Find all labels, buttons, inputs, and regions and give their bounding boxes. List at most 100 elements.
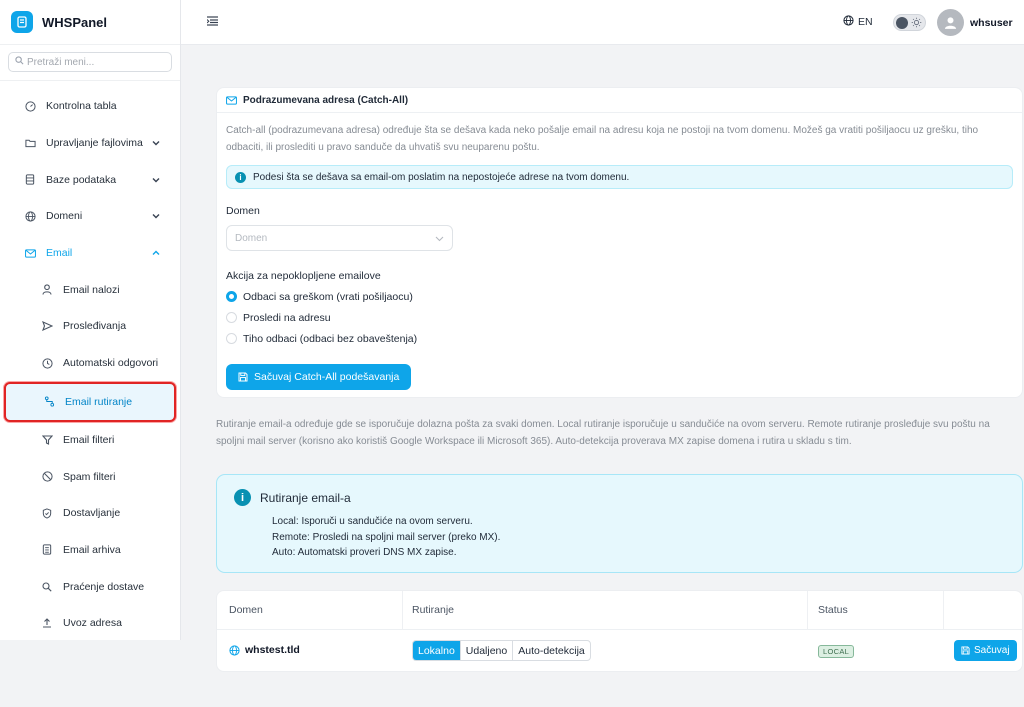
clock-icon <box>41 357 53 369</box>
routing-option-remote[interactable]: Udaljeno <box>461 641 514 660</box>
status-badge: LOCAL <box>818 645 855 658</box>
sidebar-item-label: Praćenje dostave <box>63 580 145 593</box>
globe-icon <box>24 210 36 222</box>
sun-icon <box>911 17 922 31</box>
sidebar-item-email-routing[interactable]: Email rutiranje <box>4 381 176 422</box>
username[interactable]: whsuser <box>970 17 1013 29</box>
filter-icon <box>41 434 53 446</box>
radio-forward[interactable]: Prosledi na adresu <box>217 307 1022 328</box>
column-header-status: Status <box>818 604 848 616</box>
sidebar-item-label: Prosleđivanja <box>63 320 127 333</box>
topbar: EN whsuser <box>181 0 1024 45</box>
chevron-down-icon <box>152 174 160 186</box>
routing-mode-selector: Lokalno Udaljeno Auto-detekcija <box>412 640 591 661</box>
radio-button[interactable] <box>226 333 237 344</box>
sidebar-item-delivery-tracking[interactable]: Praćenje dostave <box>0 568 180 605</box>
route-icon <box>43 396 55 408</box>
toggle-knob <box>896 16 908 29</box>
radio-label: Tiho odbaci (odbaci bez obaveštenja) <box>243 332 418 345</box>
sidebar-item-label: Kontrolna tabla <box>46 100 117 113</box>
radio-button[interactable] <box>226 291 237 302</box>
routing-info-line: Remote: Prosledi na spoljni mail server … <box>272 532 501 543</box>
sidebar-item-label: Email rutiranje <box>65 395 133 408</box>
radio-reject[interactable]: Odbaci sa greškom (vrati pošiljaocu) <box>217 286 1022 307</box>
sidebar-item-email-archive[interactable]: Email arhiva <box>0 532 180 569</box>
avatar[interactable] <box>937 9 964 36</box>
sidebar-item-label: Upravljanje fajlovima <box>46 137 143 150</box>
column-divider <box>807 591 808 630</box>
theme-toggle[interactable] <box>893 14 926 31</box>
routing-option-auto[interactable]: Auto-detekcija <box>513 641 590 660</box>
sidebar-item-label: Email <box>46 247 73 260</box>
domain-label: Domen <box>226 205 260 217</box>
sidebar-item-label: Domeni <box>46 210 83 223</box>
routing-info-line: Local: Isporuči u sandučiće na ovom serv… <box>272 516 473 527</box>
sidebar-item-dashboard[interactable]: Kontrolna tabla <box>0 88 180 125</box>
sidebar-item-label: Uvoz adresa <box>63 617 122 630</box>
chevron-down-icon <box>435 234 444 245</box>
sidebar-item-label: Email arhiva <box>63 543 121 556</box>
gauge-icon <box>24 100 36 112</box>
sidebar-item-files[interactable]: Upravljanje fajlovima <box>0 125 180 162</box>
menu-toggle-icon[interactable] <box>206 16 218 29</box>
save-routing-button[interactable]: Sačuvaj <box>954 640 1017 661</box>
domain-select[interactable]: Domen <box>226 225 453 251</box>
sidebar-item-spam-filters[interactable]: Spam filteri <box>0 458 180 495</box>
save-catch-all-label: Sačuvaj Catch-All podešavanja <box>254 371 400 383</box>
sidebar-item-label: Email nalozi <box>63 283 120 296</box>
sidebar-item-label: Spam filteri <box>63 470 116 483</box>
save-icon <box>238 372 248 382</box>
radio-button[interactable] <box>226 312 237 323</box>
routing-info-line: Auto: Automatski proveri DNS MX zapise. <box>272 547 457 558</box>
globe-icon <box>843 15 854 29</box>
mail-icon <box>24 247 36 259</box>
save-catch-all-button[interactable]: Sačuvaj Catch-All podešavanja <box>226 364 412 390</box>
shield-icon <box>41 507 53 519</box>
server-logo-icon <box>11 11 33 33</box>
radio-label: Odbaci sa greškom (vrati pošiljaocu) <box>243 290 413 303</box>
chevron-down-icon <box>152 137 160 149</box>
brand[interactable]: WHSPanel <box>0 0 180 45</box>
sidebar-item-label: Automatski odgovori <box>63 357 159 370</box>
sidebar-nav: Kontrolna tabla Upravljanje fajlovima Ba… <box>0 81 180 642</box>
user-icon <box>41 284 53 296</box>
sidebar-item-email-filters[interactable]: Email filteri <box>0 422 180 459</box>
search-icon <box>15 56 24 68</box>
column-divider <box>402 591 403 630</box>
archive-icon <box>41 544 53 556</box>
info-icon: i <box>234 489 251 506</box>
menu-search-input[interactable] <box>27 56 157 68</box>
sidebar-item-email-accounts[interactable]: Email nalozi <box>0 271 180 308</box>
sidebar-item-import-addresses[interactable]: Uvoz adresa <box>0 605 180 642</box>
sidebar-item-email[interactable]: Email <box>0 235 180 272</box>
table-header: Domen Rutiranje Status <box>217 591 1022 630</box>
sidebar-item-forwarders[interactable]: Prosleđivanja <box>0 308 180 345</box>
radio-discard[interactable]: Tiho odbaci (odbaci bez obaveštenja) <box>217 328 1022 349</box>
catch-all-card: Podrazumevana adresa (Catch-All) Catch-a… <box>216 87 1023 398</box>
sidebar-item-autoresponders[interactable]: Automatski odgovori <box>0 345 180 382</box>
routing-info-title: Rutiranje email-a <box>260 491 351 505</box>
database-icon <box>24 174 36 186</box>
globe-icon <box>229 644 240 656</box>
catch-all-info-text: Podesi šta se dešava sa email-om poslati… <box>253 171 630 183</box>
routing-description: Rutiranje email-a određuje gde se isporu… <box>216 419 990 447</box>
language-switcher[interactable]: EN <box>843 15 873 29</box>
domain-cell: whstest.tld <box>229 644 300 656</box>
sidebar: WHSPanel Kontrolna tabla Upravljanje faj… <box>0 0 181 640</box>
sidebar-item-domains[interactable]: Domeni <box>0 198 180 235</box>
table-row: whstest.tld Lokalno Udaljeno Auto-detekc… <box>217 630 1022 672</box>
sidebar-item-databases[interactable]: Baze podataka <box>0 161 180 198</box>
column-header-routing: Rutiranje <box>412 604 455 616</box>
mail-icon <box>226 95 237 105</box>
action-label: Akcija za nepoklopljene emailove <box>226 270 381 282</box>
save-routing-label: Sačuvaj <box>974 645 1010 656</box>
save-icon <box>961 646 970 655</box>
routing-option-local[interactable]: Lokalno <box>413 641 461 660</box>
domain-select-placeholder: Domen <box>235 232 268 244</box>
catch-all-title: Podrazumevana adresa (Catch-All) <box>243 94 409 106</box>
sidebar-item-deliverability[interactable]: Dostavljanje <box>0 495 180 532</box>
domain-name: whstest.tld <box>245 644 300 656</box>
sidebar-item-label: Dostavljanje <box>63 507 121 520</box>
sidebar-item-label: Baze podataka <box>46 173 117 186</box>
info-icon: i <box>235 171 246 183</box>
